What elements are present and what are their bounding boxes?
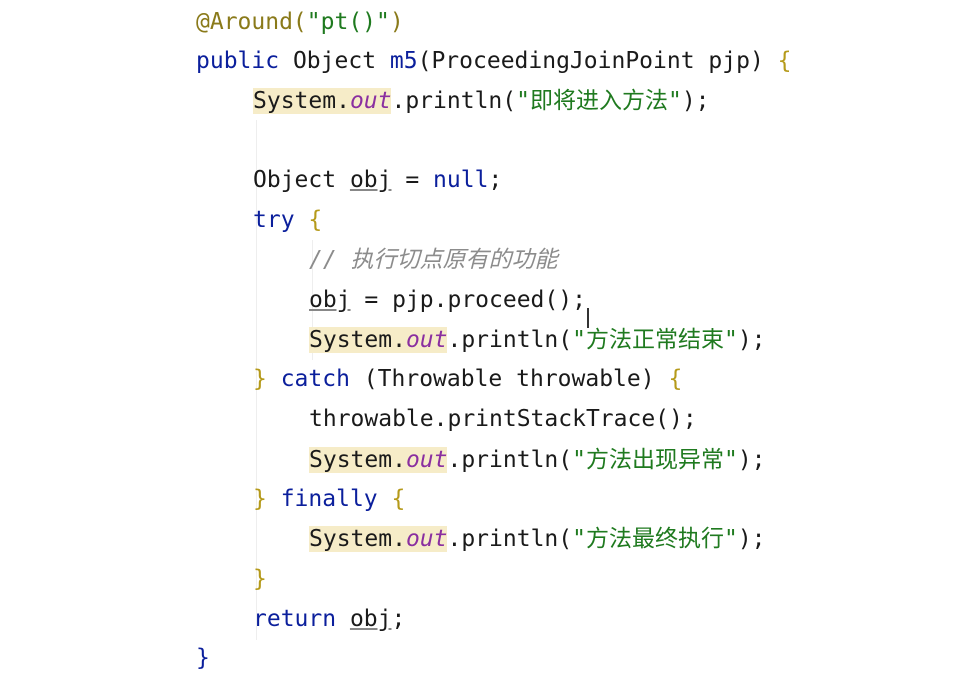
- code-line-proceed[interactable]: obj = pjp.proceed();: [309, 280, 586, 320]
- code-line-stacktrace[interactable]: throwable.printStackTrace();: [309, 399, 697, 439]
- keyword-return: return: [253, 606, 337, 632]
- method-params: (ProceedingJoinPoint pjp): [417, 48, 778, 74]
- code-line-finally[interactable]: } finally {: [253, 479, 405, 519]
- return-type: Object: [292, 48, 377, 74]
- code-line-print-enter[interactable]: System.out.println("即将进入方法");: [253, 81, 710, 121]
- code-editor[interactable]: @Around("pt()") public Object m5(Proceed…: [0, 0, 976, 691]
- code-line-print-normal[interactable]: System.out.println("方法正常结束");: [309, 320, 766, 360]
- code-line-method-signature[interactable]: public Object m5(ProceedingJoinPoint pjp…: [196, 41, 792, 81]
- code-line-try[interactable]: try {: [253, 200, 322, 240]
- finally-open-brace: {: [377, 486, 406, 512]
- out-field: out: [349, 88, 392, 114]
- proceed-call: = pjp.proceed();: [350, 287, 586, 313]
- annotation-close: ): [389, 9, 404, 35]
- catch-params: (Throwable throwable): [349, 366, 669, 392]
- annotation: @Around(: [196, 9, 307, 35]
- stacktrace-call: throwable.printStackTrace();: [309, 406, 697, 432]
- keyword-try: try: [253, 207, 295, 233]
- out-field: out: [405, 447, 448, 473]
- code-line-print-final[interactable]: System.out.println("方法最终执行");: [309, 519, 766, 559]
- method-close-brace: }: [196, 645, 210, 671]
- system-class: System.: [253, 88, 350, 114]
- declared-type: Object: [253, 167, 350, 193]
- finally-close-brace: }: [253, 566, 267, 592]
- out-field: out: [405, 327, 448, 353]
- code-line-catch[interactable]: } catch (Throwable throwable) {: [253, 359, 682, 399]
- method-name: m5: [389, 48, 418, 74]
- system-class: System.: [309, 526, 406, 552]
- try-open-brace: {: [294, 207, 323, 233]
- println-call: .println(: [447, 447, 573, 473]
- string-literal: "方法最终执行": [572, 526, 738, 552]
- string-literal: "方法出现异常": [572, 447, 738, 473]
- keyword-catch: catch: [280, 366, 350, 392]
- code-line-print-exception[interactable]: System.out.println("方法出现异常");: [309, 440, 766, 480]
- keyword-finally: finally: [280, 486, 378, 512]
- catch-close-brace: }: [253, 486, 281, 512]
- code-line-finally-close[interactable]: }: [253, 559, 267, 599]
- comment: // 执行切点原有的功能: [309, 247, 558, 273]
- statement-end: );: [681, 88, 710, 114]
- code-line-annotation[interactable]: @Around("pt()"): [196, 2, 404, 42]
- method-open-brace: {: [777, 48, 792, 74]
- code-line-declaration[interactable]: Object obj = null;: [253, 160, 502, 200]
- system-class: System.: [309, 327, 406, 353]
- println-call: .println(: [447, 327, 573, 353]
- keyword-null: null: [433, 167, 489, 193]
- annotation-argument: "pt()": [306, 9, 390, 35]
- statement-end: );: [737, 327, 766, 353]
- text-cursor: [587, 308, 589, 328]
- statement-end: );: [737, 447, 766, 473]
- println-call: .println(: [391, 88, 517, 114]
- variable-obj: obj: [309, 287, 351, 313]
- variable-obj: obj: [349, 167, 392, 193]
- string-literal: "方法正常结束": [572, 327, 738, 353]
- keyword-public: public: [196, 48, 280, 74]
- statement-end: ;: [488, 167, 503, 193]
- code-line-comment[interactable]: // 执行切点原有的功能: [309, 240, 558, 280]
- out-field: out: [405, 526, 448, 552]
- try-close-brace: }: [253, 366, 281, 392]
- code-line-return[interactable]: return obj;: [253, 599, 405, 639]
- statement-end: ;: [391, 606, 406, 632]
- println-call: .println(: [447, 526, 573, 552]
- system-class: System.: [309, 447, 406, 473]
- statement-end: );: [737, 526, 766, 552]
- catch-open-brace: {: [668, 366, 683, 392]
- variable-obj: obj: [349, 606, 392, 632]
- string-literal: "即将进入方法": [516, 88, 682, 114]
- code-line-method-close[interactable]: }: [196, 638, 210, 678]
- assign-op: =: [391, 167, 434, 193]
